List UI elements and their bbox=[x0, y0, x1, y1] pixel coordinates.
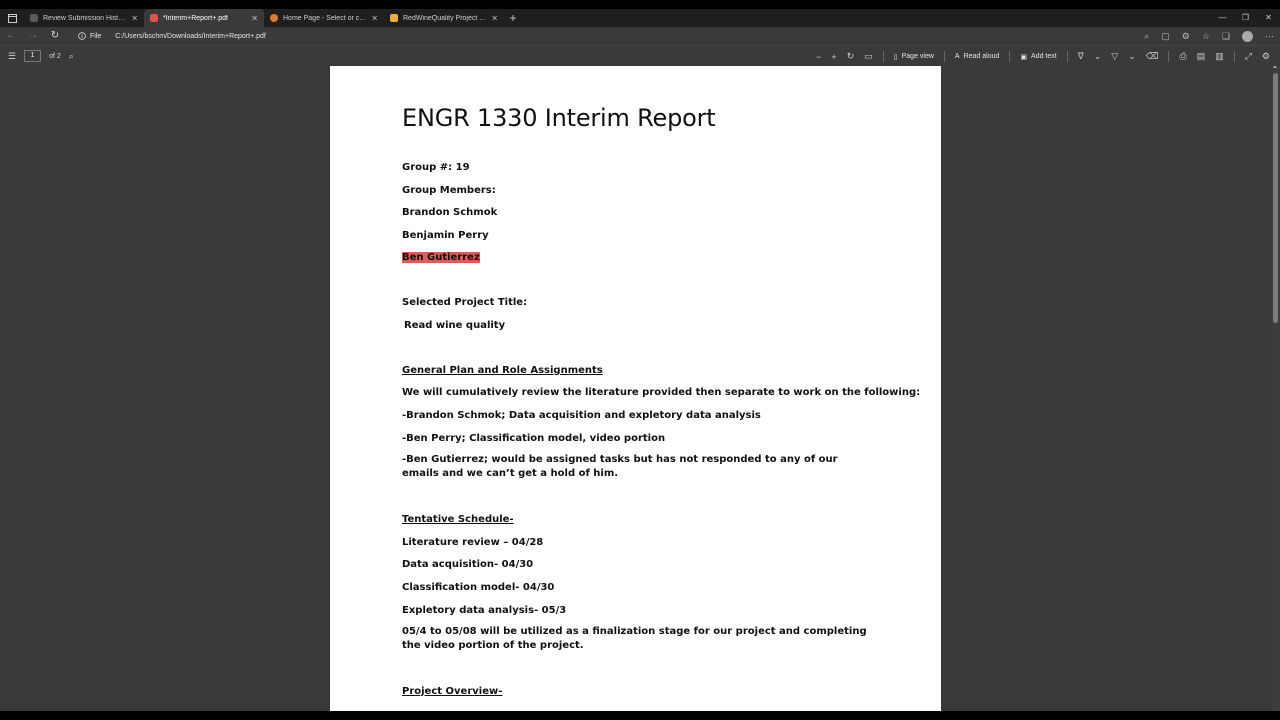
tab-label: *Interim+Report+.pdf bbox=[163, 14, 228, 22]
address-bar: ← → ↻ File C:/Users/bschm/Downloads/Inte… bbox=[0, 27, 1280, 45]
erase-icon[interactable]: ⌫ bbox=[1146, 51, 1159, 62]
tab-review-submission[interactable]: Review Submission History: Inte ✕ bbox=[24, 9, 144, 27]
url-field[interactable]: File C:/Users/bschm/Downloads/Interim+Re… bbox=[78, 32, 266, 40]
more-menu-icon[interactable]: ⋯ bbox=[1265, 31, 1274, 42]
profile-avatar[interactable] bbox=[1242, 30, 1253, 42]
read-aloud-button[interactable]: A Read aloud bbox=[955, 53, 999, 60]
refresh-icon[interactable]: ↻ bbox=[44, 27, 66, 45]
zoom-icon[interactable]: ⌕ bbox=[1144, 31, 1149, 42]
forward-arrow-icon[interactable]: → bbox=[22, 27, 44, 45]
schedule-item: Expletory data analysis- 05/3 bbox=[402, 605, 567, 616]
tab-label: Home Page - Select or create a bbox=[283, 14, 366, 22]
page-favicon-icon bbox=[30, 14, 38, 22]
pdf-viewer[interactable]: ENGR 1330 Interim Report Group #: 19 Gro… bbox=[0, 66, 1280, 711]
member-name-highlighted[interactable]: Ben Gutierrez bbox=[402, 252, 480, 263]
pdf-toolbar: ☰ 1 of 2 ⌕ − + ↻ ▭ ▯ Page view A Read al… bbox=[0, 45, 1280, 66]
divider bbox=[1066, 51, 1068, 62]
fullscreen-icon[interactable]: ⤢ bbox=[1245, 51, 1252, 62]
search-icon[interactable]: ⌕ bbox=[69, 51, 74, 62]
rotate-icon[interactable]: ↻ bbox=[847, 51, 855, 62]
zoom-out-icon[interactable]: − bbox=[816, 52, 821, 62]
schedule-item: Literature review – 04/28 bbox=[402, 537, 544, 548]
scroll-up-arrow-icon[interactable]: ▲ bbox=[1272, 66, 1278, 70]
close-tab-icon[interactable]: ✕ bbox=[131, 14, 138, 23]
url-text: C:/Users/bschm/Downloads/Interim+Report+… bbox=[115, 32, 266, 40]
read-mode-icon[interactable]: ▢ bbox=[1161, 31, 1170, 42]
file-label: File bbox=[90, 32, 102, 40]
group-number: Group #: 19 bbox=[402, 162, 470, 173]
add-text-icon: ▣ bbox=[1020, 53, 1028, 61]
role-assignment: -Ben Perry; Classification model, video … bbox=[402, 433, 666, 444]
print-icon[interactable]: ⎙ bbox=[1179, 51, 1186, 62]
settings-gear-icon[interactable]: ⚙ bbox=[1262, 51, 1270, 62]
page-view-button[interactable]: ▯ Page view bbox=[894, 53, 934, 61]
highlight-options-chevron-icon[interactable]: ⌄ bbox=[1128, 51, 1136, 62]
vertical-scrollbar[interactable]: ▲ bbox=[1271, 66, 1280, 711]
new-tab-plus-icon[interactable]: + bbox=[504, 11, 522, 25]
pdf-favicon-icon bbox=[150, 14, 158, 22]
notebook-favicon-icon bbox=[390, 14, 398, 22]
fit-page-icon[interactable]: ▭ bbox=[864, 51, 873, 62]
jupyter-favicon-icon bbox=[270, 14, 278, 22]
draw-icon[interactable]: ∇ bbox=[1078, 51, 1084, 62]
divider bbox=[1168, 51, 1170, 62]
tab-label: RedWineQuality Project (1) (1) bbox=[403, 14, 486, 22]
plan-intro: We will cumulatively review the literatu… bbox=[402, 387, 921, 398]
member-name: Brandon Schmok bbox=[402, 207, 498, 218]
role-assignment: -Ben Gutierrez; would be assigned tasks … bbox=[402, 454, 838, 479]
page-view-icon: ▯ bbox=[893, 53, 898, 61]
member-name: Benjamin Perry bbox=[402, 230, 489, 241]
divider bbox=[1009, 51, 1011, 62]
overview-heading: Project Overview- bbox=[402, 686, 503, 697]
back-arrow-icon[interactable]: ← bbox=[0, 27, 22, 45]
scrollbar-thumb[interactable] bbox=[1273, 73, 1278, 323]
close-tab-icon[interactable]: ✕ bbox=[371, 14, 378, 23]
schedule-item: Classification model- 04/30 bbox=[402, 582, 555, 593]
extensions-icon[interactable]: ⚙ bbox=[1182, 31, 1190, 42]
highlight-icon[interactable]: ▽ bbox=[1111, 51, 1118, 62]
page-title: ENGR 1330 Interim Report bbox=[402, 104, 716, 132]
project-title: Read wine quality bbox=[404, 320, 506, 331]
project-title-label: Selected Project Title: bbox=[402, 297, 528, 308]
schedule-heading: Tentative Schedule- bbox=[402, 514, 514, 525]
close-tab-icon[interactable]: ✕ bbox=[491, 14, 498, 23]
divider bbox=[1233, 51, 1235, 62]
save-icon[interactable]: ▤ bbox=[1197, 51, 1206, 62]
page-count: of 2 bbox=[49, 52, 61, 60]
close-window-icon[interactable]: ✕ bbox=[1257, 9, 1280, 27]
read-aloud-label: Read aloud bbox=[963, 53, 1000, 60]
save-as-icon[interactable]: ▥ bbox=[1215, 51, 1224, 62]
close-tab-icon[interactable]: ✕ bbox=[251, 14, 258, 23]
tab-label: Review Submission History: Inte bbox=[43, 14, 126, 22]
divider bbox=[943, 51, 945, 62]
tab-home-page[interactable]: Home Page - Select or create a ✕ bbox=[264, 9, 384, 27]
tab-interim-report[interactable]: *Interim+Report+.pdf ✕ bbox=[144, 9, 264, 27]
zoom-in-icon[interactable]: + bbox=[831, 52, 836, 62]
page-number-input[interactable]: 1 bbox=[24, 50, 42, 62]
schedule-item: 05/4 to 05/08 will be utilized as a fina… bbox=[402, 626, 867, 651]
pdf-page: ENGR 1330 Interim Report Group #: 19 Gro… bbox=[330, 66, 941, 711]
tab-redwine-project[interactable]: RedWineQuality Project (1) (1) ✕ bbox=[384, 9, 504, 27]
add-text-button[interactable]: ▣ Add text bbox=[1020, 53, 1056, 61]
read-aloud-icon: A bbox=[954, 53, 960, 60]
add-text-label: Add text bbox=[1031, 53, 1057, 60]
info-icon bbox=[78, 32, 86, 40]
divider bbox=[882, 51, 884, 62]
members-label: Group Members: bbox=[402, 185, 496, 196]
plan-heading: General Plan and Role Assignments bbox=[402, 365, 603, 376]
favorites-star-icon[interactable]: ☆ bbox=[1202, 31, 1210, 42]
collections-icon[interactable]: ❏ bbox=[1222, 31, 1230, 42]
restore-icon[interactable]: ❐ bbox=[1234, 9, 1257, 27]
draw-options-chevron-icon[interactable]: ⌄ bbox=[1094, 51, 1102, 62]
screen-bottom-border bbox=[0, 711, 1280, 720]
tab-bar: Review Submission History: Inte ✕ *Inter… bbox=[0, 9, 1280, 27]
tab-actions-icon[interactable] bbox=[0, 9, 24, 27]
screen-top-border bbox=[0, 0, 1280, 9]
site-info-chip[interactable]: File bbox=[78, 32, 109, 40]
contents-list-icon[interactable]: ☰ bbox=[8, 51, 16, 62]
schedule-item: Data acquisition- 04/30 bbox=[402, 559, 534, 570]
role-assignment: -Brandon Schmok; Data acquisition and ex… bbox=[402, 410, 761, 421]
minimize-icon[interactable]: — bbox=[1211, 9, 1234, 27]
page-view-label: Page view bbox=[901, 53, 934, 60]
